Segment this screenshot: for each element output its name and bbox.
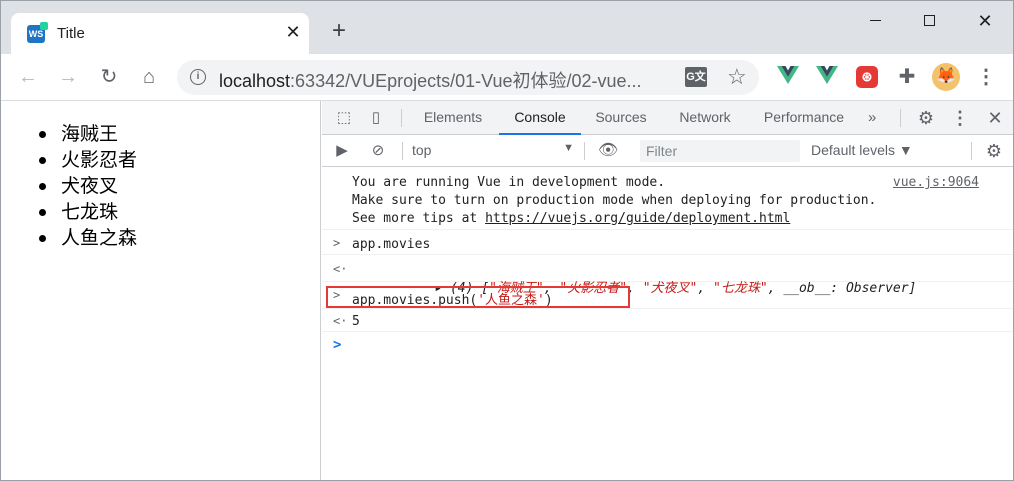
window-close-button[interactable]: ✕: [965, 7, 1005, 35]
more-tabs-icon[interactable]: »: [868, 101, 876, 135]
movie-title: 犬夜叉: [61, 175, 119, 197]
console-settings-gear-icon[interactable]: ⚙: [984, 141, 1004, 161]
inspect-element-icon[interactable]: ⬚: [334, 108, 354, 128]
bullet-icon: [39, 131, 46, 138]
message-text: Make sure to turn on production mode whe…: [352, 193, 877, 208]
profile-avatar-icon[interactable]: 🦊: [932, 63, 960, 91]
input-text: app.movies: [352, 237, 431, 252]
page-viewport: 海贼王 火影忍者 犬夜叉 七龙珠 人鱼之森: [1, 101, 321, 480]
device-toolbar-icon[interactable]: ▯: [366, 108, 386, 128]
source-link[interactable]: vue.js:9064: [893, 175, 979, 190]
chrome-menu-icon[interactable]: ⋮: [974, 65, 998, 89]
dropdown-arrow-icon: ▼: [563, 142, 574, 154]
result-arrow-icon: <·: [333, 262, 348, 276]
tab-console[interactable]: Console: [499, 101, 581, 135]
devtools-tabbar: ⬚ ▯ Elements Console Sources Network Per…: [322, 101, 1013, 135]
clear-console-icon[interactable]: ⊘: [368, 141, 388, 161]
divider: [402, 142, 403, 160]
tab-title: Title: [57, 25, 85, 42]
browser-tab[interactable]: WS Title ✕: [11, 13, 309, 54]
context-selector[interactable]: top ▼: [412, 142, 574, 160]
console-prompt-row[interactable]: >: [322, 332, 1013, 360]
divider: [584, 142, 585, 160]
sidebar-toggle-icon[interactable]: ▶: [332, 141, 352, 161]
result-arrow-icon: <·: [333, 314, 348, 328]
settings-gear-icon[interactable]: ⚙: [916, 108, 936, 128]
movie-title: 火影忍者: [61, 149, 138, 171]
home-icon[interactable]: ⌂: [136, 64, 162, 90]
browser-window: WS Title ✕ + ✕ ← → ↻ ⌂ i localhost:63342…: [0, 0, 1014, 481]
live-expression-eye-icon[interactable]: 👁: [598, 140, 618, 160]
red-highlight-box: [326, 286, 630, 308]
close-devtools-icon[interactable]: ✕: [985, 108, 1005, 128]
new-tab-button[interactable]: +: [327, 19, 351, 43]
divider: [971, 142, 972, 160]
list-item: 犬夜叉: [19, 173, 137, 199]
list-item: 海贼王: [19, 121, 137, 147]
bookmark-star-icon[interactable]: ☆: [727, 64, 747, 90]
console-message: You are running Vue in development mode.…: [322, 167, 1013, 230]
message-text: See more tips at https://vuejs.org/guide…: [352, 211, 790, 226]
list-item: 七龙珠: [19, 199, 137, 225]
tab-close-icon[interactable]: ✕: [283, 22, 303, 42]
tab-network[interactable]: Network: [668, 101, 742, 135]
divider: [401, 109, 402, 127]
info-icon[interactable]: i: [190, 69, 206, 85]
webstorm-favicon-icon: WS: [27, 22, 48, 43]
back-arrow-icon[interactable]: ←: [15, 64, 41, 90]
prompt-caret-icon: >: [333, 337, 342, 353]
tab-sources[interactable]: Sources: [588, 101, 654, 135]
console-input-row: > app.movies: [322, 230, 1013, 255]
browser-toolbar: ← → ↻ ⌂ i localhost:63342/VUEprojects/01…: [1, 54, 1013, 101]
minimize-icon: [869, 20, 881, 22]
address-bar[interactable]: i localhost:63342/VUEprojects/01-Vue初体验/…: [177, 60, 759, 95]
log-levels-dropdown[interactable]: Default levels ▼: [811, 142, 913, 158]
vue-extension-icon[interactable]: [815, 65, 839, 89]
minimize-button[interactable]: [855, 7, 895, 35]
filter-input[interactable]: Filter: [640, 140, 800, 162]
red-extension-icon[interactable]: ⊛: [856, 66, 878, 88]
console-toolbar: ▶ ⊘ top ▼ 👁 Filter Default levels ▼ ⚙: [322, 135, 1013, 167]
vue-logo-icon: [816, 66, 838, 84]
tab-strip: WS Title ✕ + ✕: [1, 1, 1013, 54]
puzzle-icon[interactable]: ✚: [895, 65, 919, 89]
forward-arrow-icon[interactable]: →: [55, 64, 81, 90]
message-text-prefix: See more tips at: [352, 211, 486, 226]
devtools-menu-icon[interactable]: ⋮: [950, 108, 970, 128]
prompt-chevron-icon: >: [333, 236, 341, 250]
vue-logo-icon: [777, 66, 799, 84]
maximize-icon: [923, 15, 935, 27]
bullet-icon: [39, 235, 46, 242]
divider: [900, 109, 901, 127]
translate-icon[interactable]: G文: [685, 67, 707, 87]
movie-title: 海贼王: [61, 123, 119, 145]
bullet-icon: [39, 183, 46, 190]
context-value: top: [412, 142, 432, 158]
tab-performance[interactable]: Performance: [756, 101, 852, 135]
message-text: You are running Vue in development mode.: [352, 175, 666, 190]
url-text[interactable]: localhost:63342/VUEprojects/01-Vue初体验/02…: [219, 67, 642, 93]
reload-icon[interactable]: ↻: [96, 64, 122, 90]
docs-link[interactable]: https://vuejs.org/guide/deployment.html: [485, 211, 790, 226]
bullet-icon: [39, 209, 46, 216]
maximize-button[interactable]: [909, 7, 949, 35]
movie-list: 海贼王 火影忍者 犬夜叉 七龙珠 人鱼之森: [19, 121, 137, 251]
list-item: 人鱼之森: [19, 225, 137, 251]
vue-devtools-icon[interactable]: [776, 65, 800, 89]
movie-title: 人鱼之森: [61, 227, 138, 249]
console-output: You are running Vue in development mode.…: [322, 167, 1013, 480]
console-output-row: <· 5: [322, 309, 1013, 332]
url-host: localhost: [219, 71, 291, 91]
devtools-panel: ⬚ ▯ Elements Console Sources Network Per…: [322, 101, 1013, 480]
bullet-icon: [39, 157, 46, 164]
movie-title: 七龙珠: [61, 201, 119, 223]
url-path: :63342/VUEprojects/01-Vue初体验/02-vue...: [290, 71, 642, 91]
result-number: 5: [352, 314, 360, 329]
list-item: 火影忍者: [19, 147, 137, 173]
tab-elements[interactable]: Elements: [414, 101, 492, 135]
console-output-row: <· ▸ (4) ["海贼王", "火影忍者", "犬夜叉", "七龙珠", _…: [322, 255, 1013, 296]
